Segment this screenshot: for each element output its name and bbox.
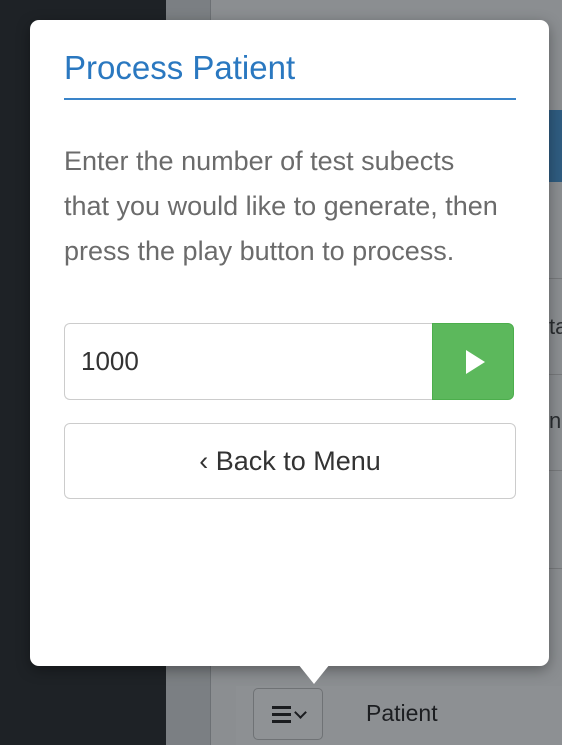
hamburger-icon bbox=[271, 705, 291, 723]
process-patient-popover: Process Patient Enter the number of test… bbox=[30, 20, 549, 684]
background-text-fragment: ta bbox=[549, 314, 562, 339]
subject-count-input[interactable] bbox=[64, 323, 432, 400]
back-to-menu-button[interactable]: ‹ Back to Menu bbox=[64, 423, 516, 499]
play-button[interactable] bbox=[432, 323, 514, 400]
popover-description: Enter the number of test subects that yo… bbox=[64, 146, 498, 266]
popover-arrow bbox=[298, 664, 330, 684]
play-icon bbox=[465, 349, 485, 374]
bottom-bar-label: Patient bbox=[366, 700, 438, 726]
chevron-down-icon bbox=[293, 705, 307, 719]
background-text-fragment: n bbox=[549, 408, 562, 433]
menu-toggle-button[interactable] bbox=[253, 688, 323, 740]
count-input-group bbox=[64, 323, 514, 400]
popover-title: Process Patient bbox=[64, 48, 516, 100]
